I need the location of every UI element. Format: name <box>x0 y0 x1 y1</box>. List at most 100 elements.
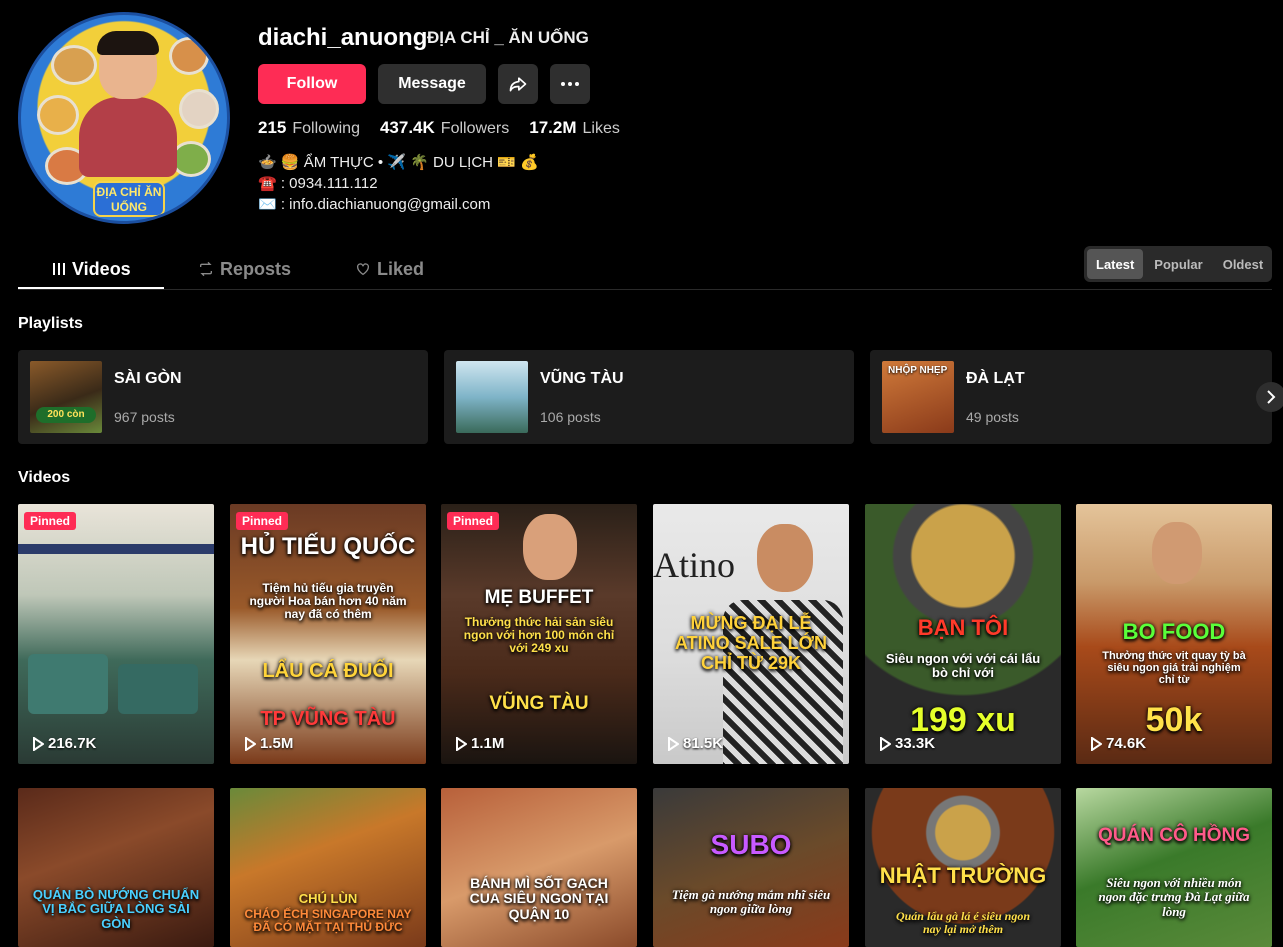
tab-reposts-label: Reposts <box>220 258 292 279</box>
message-button[interactable]: Message <box>378 64 486 104</box>
video-caption-sub: Tiệm gà nướng mắm nhĩ siêu ngon giữa lòn… <box>671 887 831 917</box>
food-dish-image <box>51 45 97 85</box>
avatar-person-body <box>79 97 177 177</box>
video-card[interactable]: CHÚ LÙN CHÁO ẾCH SINGAPORE NAY ĐÃ CÓ MẶT… <box>230 788 426 947</box>
play-icon <box>880 736 891 751</box>
video-card[interactable]: SUBO Tiệm gà nướng mắm nhĩ siêu ngon giữ… <box>653 788 849 947</box>
view-count: 74.6K <box>1090 735 1146 752</box>
video-caption-sub: Thưởng thức vịt quay tỳ bà siêu ngon giá… <box>1102 650 1246 687</box>
video-caption-highlight: LẨU CÁ ĐUỐI <box>262 660 394 682</box>
playlists-next-button[interactable] <box>1256 382 1283 412</box>
view-count-value: 81.5K <box>683 735 724 752</box>
video-caption: MỪNG ĐẠI LỄ ATINO SALE LỚN CHỈ TỪ 29K <box>674 613 827 673</box>
playlist-name: ĐÀ LẠT <box>966 370 1025 387</box>
profile-bio: 🍲 🍔 ẨM THỰC • ✈️ 🌴 DU LỊCH 🎫 💰 ☎️ : 0934… <box>258 152 539 215</box>
playlists-heading: Playlists <box>18 315 83 332</box>
video-caption-sub: Siêu ngon với với cái lẩu bò chỉ với <box>885 651 1041 681</box>
person-face <box>757 524 813 592</box>
view-count-value: 1.1M <box>471 735 505 752</box>
playlist-count: 49 posts <box>966 409 1019 425</box>
person-face <box>523 514 577 580</box>
playlist-thumb-text: 200 còn <box>36 407 96 423</box>
chevron-right-icon <box>1267 390 1276 404</box>
sort-popular-button[interactable]: Popular <box>1145 249 1211 279</box>
view-count: 1.5M <box>244 735 293 752</box>
active-tab-indicator <box>18 287 164 289</box>
booth-seat <box>118 664 198 714</box>
video-caption-price: 50k <box>1145 701 1203 739</box>
playlist-count: 967 posts <box>114 409 175 425</box>
likes-stat: 17.2M Likes <box>529 118 620 138</box>
followers-count: 437.4K <box>379 118 435 137</box>
more-options-button[interactable] <box>550 64 590 104</box>
follow-button[interactable]: Follow <box>258 64 366 104</box>
tab-reposts[interactable]: Reposts <box>198 248 291 290</box>
tab-videos[interactable]: Videos <box>52 248 131 290</box>
likes-label: Likes <box>582 120 620 137</box>
playlist-card[interactable]: 200 còn SÀI GÒN 967 posts <box>18 350 428 444</box>
followers-label: Followers <box>440 120 510 137</box>
video-caption: HỦ TIẾU QUỐC <box>240 533 416 560</box>
brand-logo-text: Atino <box>653 545 736 585</box>
bio-email: ✉️ : info.diachianuong@gmail.com <box>258 196 491 213</box>
video-caption-location: VŨNG TÀU <box>489 693 589 714</box>
sort-oldest-button[interactable]: Oldest <box>1214 249 1272 279</box>
bio-phone: ☎️ : 0934.111.112 <box>258 175 378 192</box>
sort-latest-button[interactable]: Latest <box>1087 249 1144 279</box>
video-caption: CHÚ LÙN <box>298 891 358 906</box>
video-card[interactable]: BẠN TÔI Siêu ngon với với cái lẩu bò chỉ… <box>865 504 1061 764</box>
video-caption-sub: Thưởng thức hải sản siêu ngon với hơn 10… <box>463 615 615 656</box>
video-card[interactable]: Pinned 216.7K <box>18 504 214 764</box>
repost-icon <box>200 261 212 277</box>
heart-lock-icon <box>357 263 369 276</box>
video-caption-sub: Quán lẩu gà lá é siêu ngon nay lại mở th… <box>895 909 1031 937</box>
video-caption-sub: CHÁO ẾCH SINGAPORE NAY ĐÃ CÓ MẶT TẠI THỦ… <box>244 907 412 935</box>
view-count: 1.1M <box>455 735 504 752</box>
playlist-name: VŨNG TÀU <box>540 370 624 387</box>
food-dish-image <box>169 37 209 75</box>
awning-stripe <box>18 544 214 554</box>
following-count: 215 <box>258 118 287 137</box>
video-card[interactable]: Atino MỪNG ĐẠI LỄ ATINO SALE LỚN CHỈ TỪ … <box>653 504 849 764</box>
play-icon <box>1091 736 1102 751</box>
view-count: 33.3K <box>879 735 935 752</box>
person-face <box>1152 522 1202 584</box>
playlist-card[interactable]: NHỘP NHẸP ĐÀ LẠT 49 posts <box>870 350 1272 444</box>
bio-line: 🍲 🍔 ẨM THỰC • ✈️ 🌴 DU LỊCH 🎫 💰 <box>258 154 539 171</box>
video-caption-location: TP VŨNG TÀU <box>260 708 396 730</box>
video-caption: QUÁN CÔ HỒNG <box>1098 825 1250 846</box>
tab-liked[interactable]: Liked <box>355 248 424 290</box>
tab-liked-label: Liked <box>377 258 425 279</box>
avatar-logo-text: ĐỊA CHỈ ĂN UỐNG <box>93 181 165 217</box>
food-dish-image <box>37 95 79 135</box>
video-card[interactable]: BO FOOD Thưởng thức vịt quay tỳ bà siêu … <box>1076 504 1272 764</box>
playlist-thumb-text: NHỘP NHẸP <box>888 365 948 376</box>
followers-stat[interactable]: 437.4K Followers <box>380 118 509 138</box>
tab-videos-label: Videos <box>72 258 131 279</box>
video-caption: BẠN TÔI <box>917 615 1009 640</box>
video-caption: SUBO <box>710 829 792 860</box>
pinned-badge: Pinned <box>236 512 289 530</box>
booth-seat <box>28 654 108 714</box>
view-count-value: 74.6K <box>1106 735 1147 752</box>
play-icon <box>245 736 256 751</box>
video-card[interactable]: HỦ TIẾU QUỐC Tiệm hủ tiếu gia truyền ngư… <box>230 504 426 764</box>
playlist-card[interactable]: VŨNG TÀU 106 posts <box>444 350 854 444</box>
following-stat[interactable]: 215 Following <box>258 118 360 138</box>
following-label: Following <box>292 120 360 137</box>
video-card[interactable]: QUÁN CÔ HỒNG Siêu ngon với nhiều món ngo… <box>1076 788 1272 947</box>
profile-stats: 215 Following 437.4K Followers 17.2M Likes <box>258 118 620 138</box>
share-button[interactable] <box>498 64 538 104</box>
video-caption: QUÁN BÒ NƯỚNG CHUẨN VỊ BẮC GIỮA LÒNG SÀI… <box>32 887 200 931</box>
profile-avatar[interactable]: ĐỊA CHỈ ĂN UỐNG <box>18 12 230 224</box>
playlist-name: SÀI GÒN <box>114 370 182 387</box>
play-icon <box>33 736 44 751</box>
video-caption-sub: Tiệm hủ tiếu gia truyền người Hoa bán hơ… <box>249 581 407 622</box>
video-caption-price: 199 xu <box>910 701 1016 739</box>
view-count-value: 33.3K <box>895 735 936 752</box>
video-card[interactable]: QUÁN BÒ NƯỚNG CHUẨN VỊ BẮC GIỮA LÒNG SÀI… <box>18 788 214 947</box>
video-card[interactable]: MẸ BUFFET Thưởng thức hải sản siêu ngon … <box>441 504 637 764</box>
video-card[interactable]: NHẬT TRƯỜNG Quán lẩu gà lá é siêu ngon n… <box>865 788 1061 947</box>
video-card[interactable]: BÁNH MÌ SỐT GẠCH CUA SIÊU NGON TẠI QUẬN … <box>441 788 637 947</box>
play-icon <box>456 736 467 751</box>
